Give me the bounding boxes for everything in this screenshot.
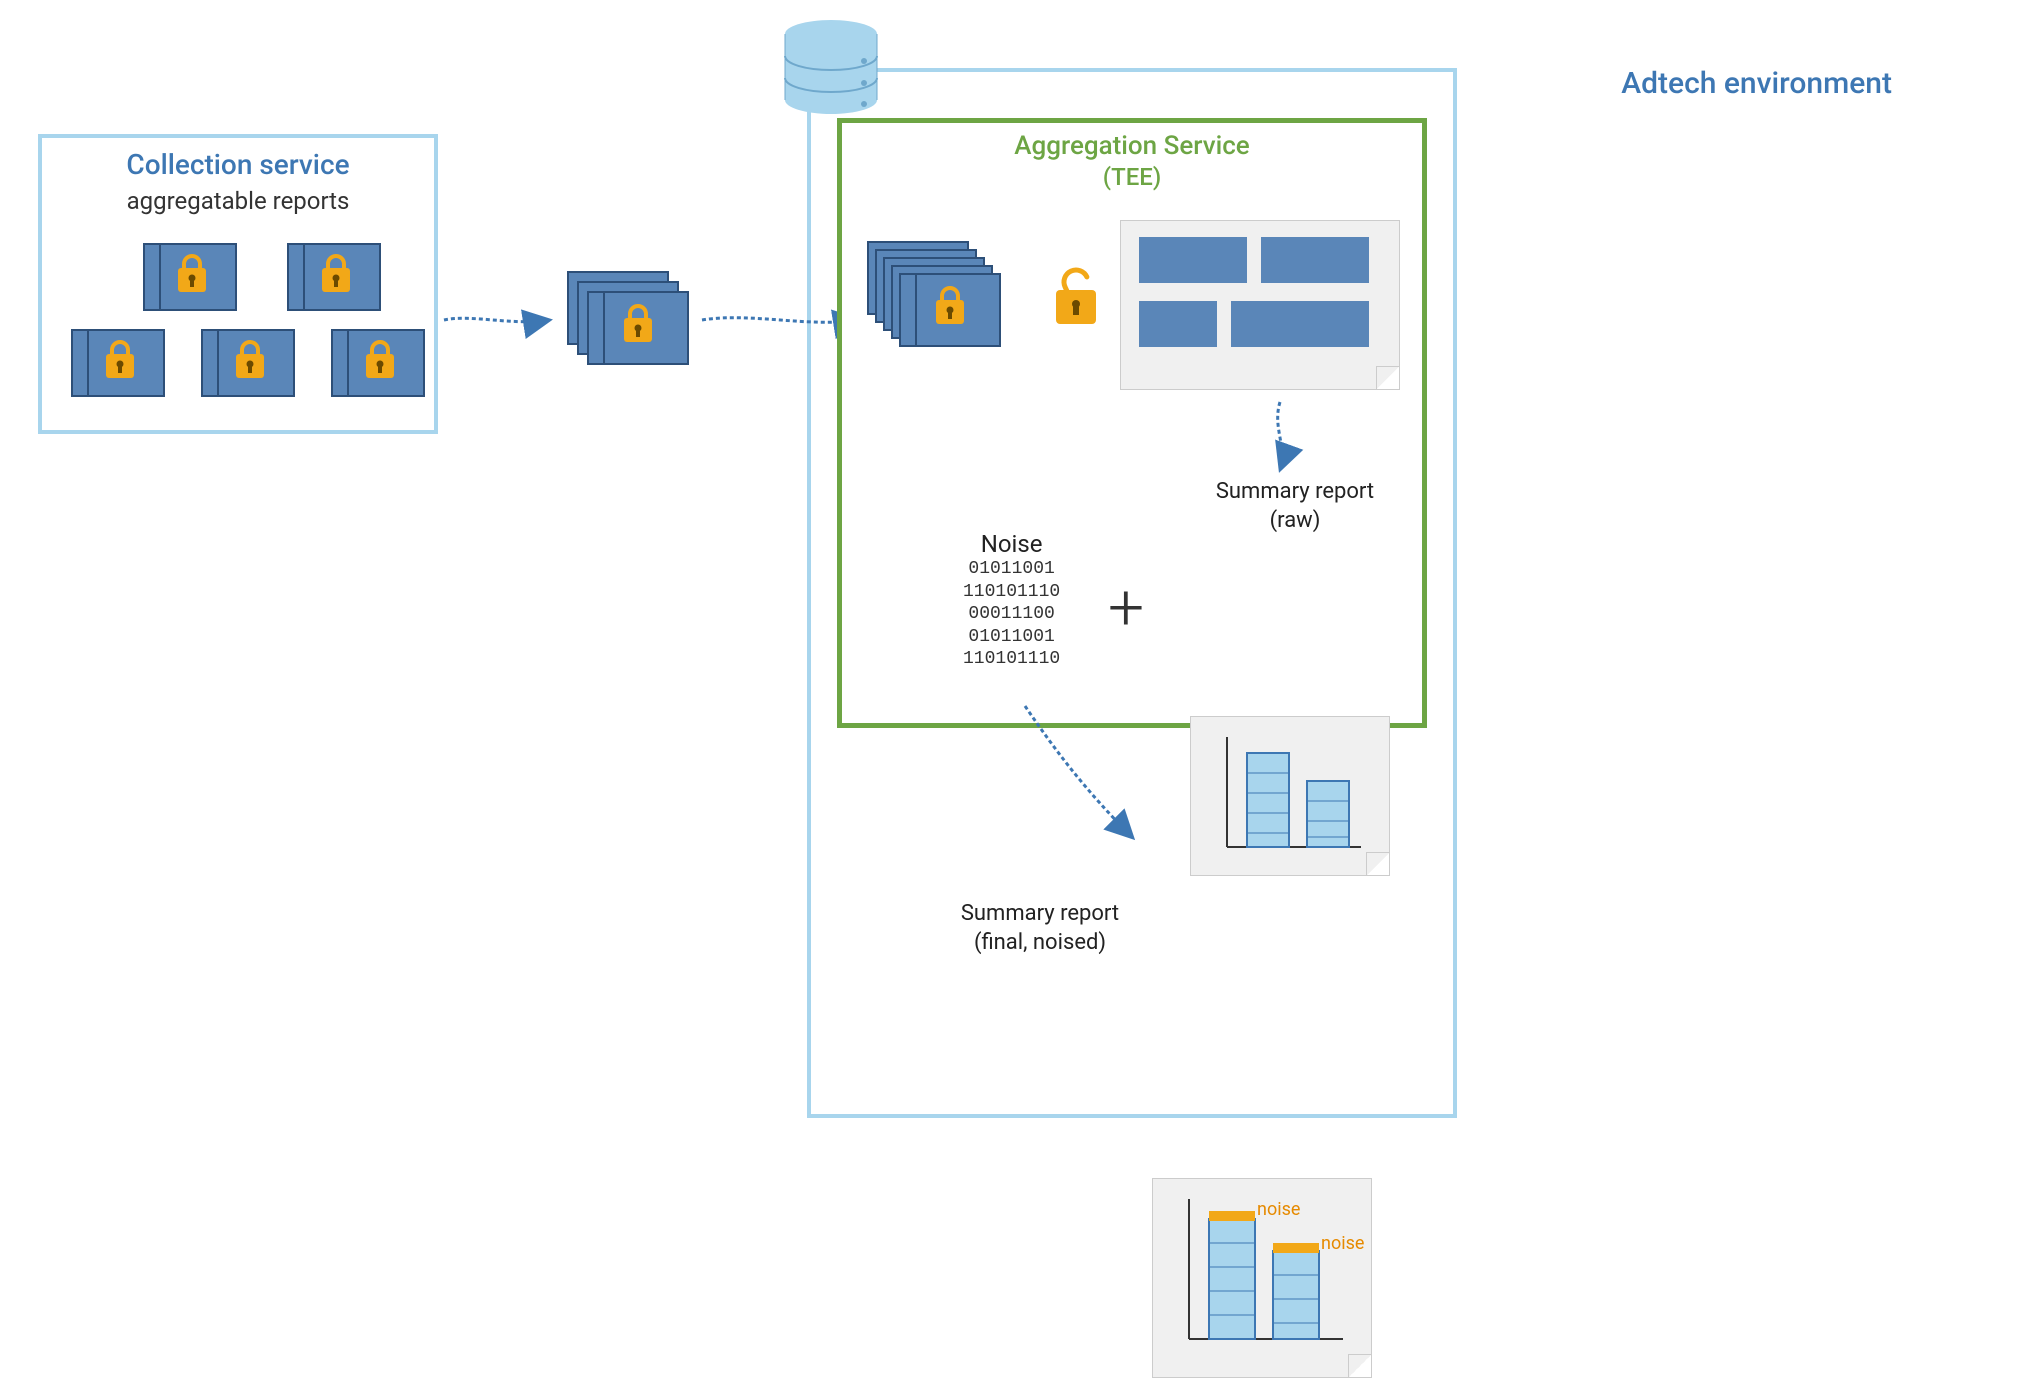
unlock-icon — [1050, 264, 1110, 338]
flow-arrow-icon — [1250, 398, 1310, 482]
database-icon — [776, 18, 886, 122]
noise-label: Noise — [963, 530, 1060, 558]
collection-service-subtitle: aggregatable reports — [42, 187, 434, 215]
adtech-environment-title: Adtech environment — [1621, 66, 1892, 101]
noise-block: Noise 01011001 110101110 00011100 010110… — [963, 530, 1060, 671]
noise-label-bar1: noise — [1257, 1199, 1300, 1220]
plus-icon: + — [1108, 570, 1144, 645]
decrypted-data-document — [1120, 220, 1400, 390]
flow-arrow-icon — [1015, 700, 1145, 854]
locked-report-icon — [286, 242, 382, 316]
summary-final-chart: noise noise — [1152, 1178, 1372, 1378]
locked-report-icon — [70, 328, 166, 402]
locked-reports-stack — [866, 240, 1036, 374]
summary-final-label: Summary report (final, noised) — [930, 900, 1150, 957]
noise-bits: 01011001 110101110 00011100 01011001 110… — [963, 558, 1060, 671]
noise-label-bar2: noise — [1321, 1233, 1364, 1254]
aggregation-service-subtitle: (TEE) — [842, 163, 1422, 191]
summary-raw-chart — [1190, 716, 1390, 876]
summary-raw-label: Summary report (raw) — [1190, 478, 1400, 535]
locked-reports-stack — [566, 270, 716, 394]
aggregation-service-title: Aggregation Service — [842, 131, 1422, 161]
flow-arrow-icon — [442, 300, 560, 344]
locked-report-icon — [200, 328, 296, 402]
locked-report-icon — [142, 242, 238, 316]
collection-service-title: Collection service — [42, 148, 434, 181]
locked-report-icon — [330, 328, 426, 402]
